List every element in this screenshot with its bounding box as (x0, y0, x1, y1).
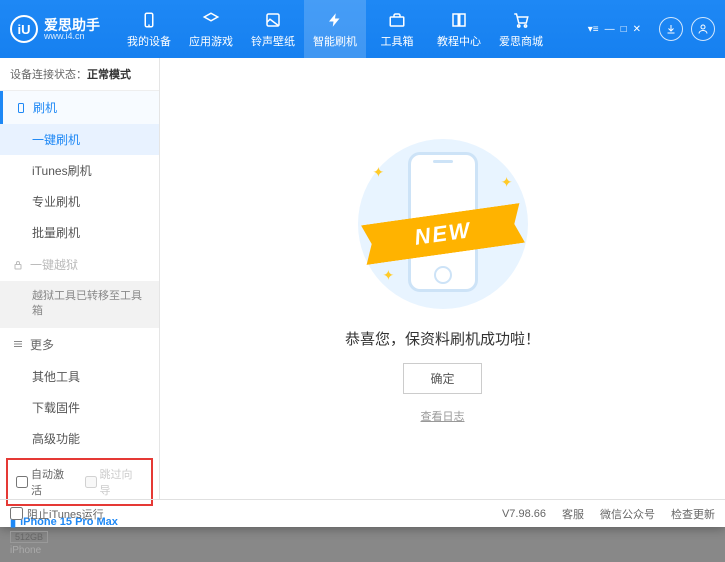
nav-store[interactable]: 爱思商城 (490, 0, 552, 58)
list-icon (12, 338, 24, 350)
support-link[interactable]: 客服 (562, 506, 584, 522)
main-content: ✦ ✦ ✦ NEW 恭喜您，保资料刷机成功啦！ 确定 查看日志 (160, 58, 725, 499)
toolbox-icon (387, 10, 407, 30)
phone-icon (15, 101, 27, 115)
nav-flash[interactable]: 智能刷机 (304, 0, 366, 58)
device-icon (139, 10, 159, 30)
nav-ringtones[interactable]: 铃声壁纸 (242, 0, 304, 58)
section-more[interactable]: 更多 (0, 328, 159, 361)
wallpaper-icon (263, 10, 283, 30)
menu-download-firmware[interactable]: 下载固件 (0, 392, 159, 423)
book-icon (449, 10, 469, 30)
download-button[interactable] (659, 17, 683, 41)
device-type: iPhone (10, 545, 149, 556)
lock-icon (12, 259, 24, 271)
sidebar: 设备连接状态：正常模式 刷机 一键刷机 iTunes刷机 专业刷机 批量刷机 一… (0, 58, 160, 499)
nav-toolbox[interactable]: 工具箱 (366, 0, 428, 58)
app-name: 爱思助手 (44, 18, 100, 32)
app-logo: iU 爱思助手 www.i4.cn (10, 15, 100, 43)
apps-icon (201, 10, 221, 30)
block-itunes-checkbox[interactable]: 阻止iTunes运行 (10, 506, 104, 522)
flash-icon (325, 10, 345, 30)
auto-activate-checkbox[interactable]: 自动激活 (16, 466, 75, 498)
jailbreak-note: 越狱工具已转移至工具箱 (0, 281, 159, 328)
top-nav: 我的设备 应用游戏 铃声壁纸 智能刷机 工具箱 教程中心 (118, 0, 588, 58)
view-log-link[interactable]: 查看日志 (421, 408, 465, 424)
success-message: 恭喜您，保资料刷机成功啦！ (345, 328, 540, 349)
section-jailbreak: 一键越狱 (0, 248, 159, 281)
connection-status: 设备连接状态：正常模式 (0, 58, 159, 91)
nav-apps[interactable]: 应用游戏 (180, 0, 242, 58)
ok-button[interactable]: 确定 (403, 363, 481, 394)
version-label: V7.98.66 (502, 508, 546, 520)
success-illustration: ✦ ✦ ✦ NEW (353, 134, 533, 314)
menu-oneclick-flash[interactable]: 一键刷机 (0, 124, 159, 155)
nav-my-device[interactable]: 我的设备 (118, 0, 180, 58)
nav-tutorials[interactable]: 教程中心 (428, 0, 490, 58)
storage-badge: 512GB (10, 531, 48, 543)
wechat-link[interactable]: 微信公众号 (600, 506, 655, 522)
menu-itunes-flash[interactable]: iTunes刷机 (0, 155, 159, 186)
status-bar: 阻止iTunes运行 V7.98.66 客服 微信公众号 检查更新 (0, 499, 725, 527)
logo-badge: iU (10, 15, 38, 43)
menu-advanced[interactable]: 高级功能 (0, 423, 159, 454)
window-controls: ▾≡ — □ ✕ (588, 17, 715, 41)
menu-pro-flash[interactable]: 专业刷机 (0, 186, 159, 217)
check-update-link[interactable]: 检查更新 (671, 506, 715, 522)
close-icon[interactable]: ✕ (633, 24, 641, 35)
menu-icon[interactable]: ▾≡ (588, 24, 599, 35)
user-button[interactable] (691, 17, 715, 41)
cart-icon (511, 10, 531, 30)
section-flash[interactable]: 刷机 (0, 91, 159, 124)
menu-batch-flash[interactable]: 批量刷机 (0, 217, 159, 248)
minimize-icon[interactable]: — (605, 24, 615, 35)
titlebar: iU 爱思助手 www.i4.cn 我的设备 应用游戏 铃声壁纸 智能刷机 (0, 0, 725, 58)
skip-setup-checkbox[interactable]: 跳过向导 (85, 466, 144, 498)
menu-other-tools[interactable]: 其他工具 (0, 361, 159, 392)
maximize-icon[interactable]: □ (621, 24, 627, 35)
app-url: www.i4.cn (44, 32, 100, 41)
